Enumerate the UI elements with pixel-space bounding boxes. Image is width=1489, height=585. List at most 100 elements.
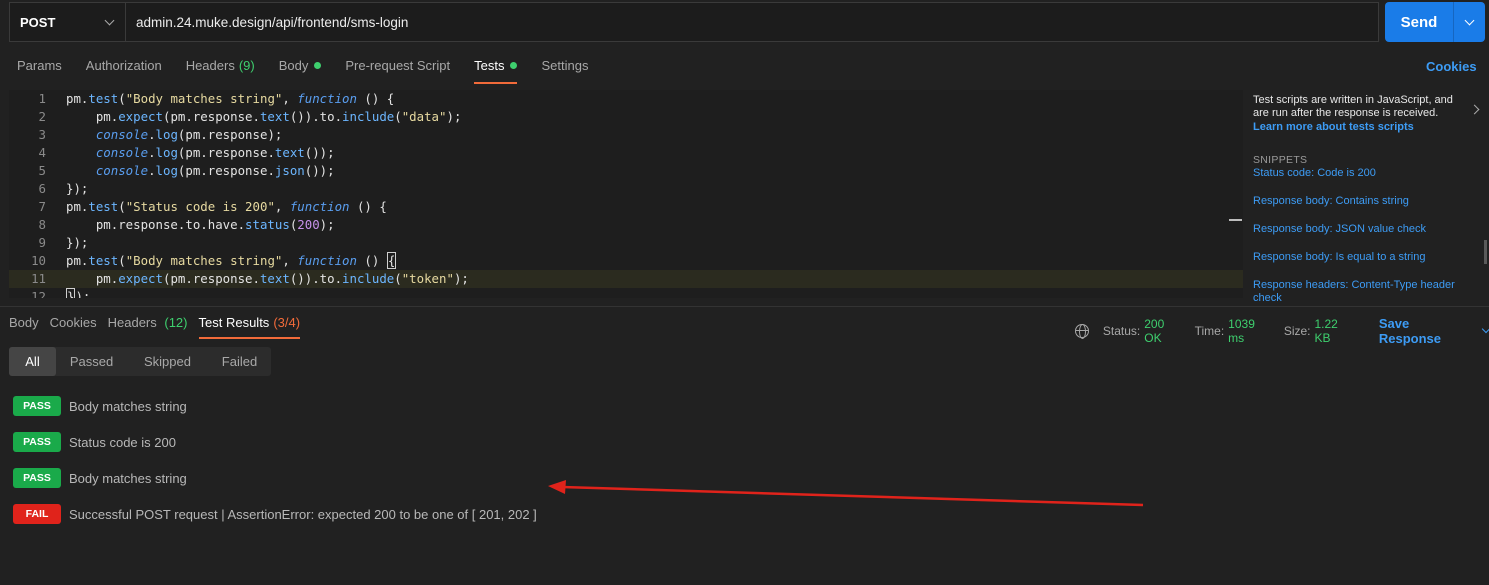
- line-number: 6: [38, 181, 46, 196]
- filter-all[interactable]: All: [9, 347, 56, 376]
- test-result-text: Body matches string: [69, 398, 187, 414]
- chevron-down-icon: [1481, 324, 1489, 334]
- tab-label: Body: [278, 58, 309, 73]
- code-line: 6});: [9, 180, 1243, 198]
- test-results-count: (3/4): [273, 315, 301, 330]
- send-button-group: Send: [1385, 2, 1485, 42]
- tab-label: Headers: [185, 58, 235, 73]
- test-result-row: PASS Body matches string: [13, 396, 187, 416]
- editor-scrollbar[interactable]: [1229, 219, 1242, 221]
- learn-more-link[interactable]: Learn more about tests scripts: [1253, 121, 1485, 134]
- snippets-panel: Test scripts are written in JavaScript, …: [1253, 94, 1485, 305]
- headers-count: (9): [238, 58, 255, 73]
- send-options-button[interactable]: [1453, 2, 1485, 42]
- snippets-heading: SNIPPETS: [1253, 154, 1308, 166]
- code-line: 4 console.log(pm.response.text());: [9, 144, 1243, 162]
- line-number: 5: [38, 163, 46, 178]
- result-filter: All Passed Skipped Failed: [9, 347, 271, 376]
- tab-label: Cookies: [49, 315, 97, 330]
- status-label: Status:: [1102, 324, 1141, 338]
- line-number: 9: [38, 235, 46, 250]
- pass-badge: PASS: [13, 468, 61, 488]
- pane-divider[interactable]: [0, 306, 1489, 307]
- tests-description: Test scripts are written in JavaScript, …: [1253, 94, 1453, 119]
- tab-response-cookies[interactable]: Cookies: [50, 309, 97, 339]
- code-line: 2 pm.expect(pm.response.text()).to.inclu…: [9, 108, 1243, 126]
- tab-pre-request-script[interactable]: Pre-request Script: [345, 52, 450, 84]
- tab-test-results[interactable]: Test Results (3/4): [198, 309, 301, 339]
- code-line: 9});: [9, 234, 1243, 252]
- tab-label: Test Results: [198, 315, 270, 330]
- snippet-status-code[interactable]: Status code: Code is 200: [1253, 167, 1485, 180]
- code-line-highlighted: 11 pm.expect(pm.response.text()).to.incl…: [9, 270, 1243, 288]
- tab-body[interactable]: Body: [279, 52, 322, 84]
- fail-badge: FAIL: [13, 504, 61, 524]
- snippets-scrollbar[interactable]: [1484, 240, 1487, 264]
- tab-response-headers[interactable]: Headers (12): [108, 309, 188, 339]
- annotation-arrow-head: [548, 480, 566, 494]
- url-input[interactable]: admin.24.muke.design/api/frontend/sms-lo…: [126, 15, 408, 30]
- method-select[interactable]: POST: [10, 3, 126, 41]
- snippet-content-type-header[interactable]: Response headers: Content-Type header ch…: [1253, 279, 1485, 305]
- code-line: 12});: [9, 288, 1243, 298]
- tab-response-body[interactable]: Body: [9, 309, 39, 339]
- line-number: 12: [31, 289, 46, 298]
- headers-count: (12): [164, 315, 188, 330]
- filter-skipped[interactable]: Skipped: [127, 347, 208, 376]
- tab-settings[interactable]: Settings: [541, 52, 588, 84]
- request-tabs: Params Authorization Headers (9) Body Pre…: [17, 52, 612, 84]
- line-number: 3: [38, 127, 46, 142]
- cookies-link[interactable]: Cookies: [1426, 59, 1477, 74]
- save-response-label: Save Response: [1378, 316, 1441, 346]
- code-line: 7 pm.test("Status code is 200", function …: [9, 198, 1243, 216]
- code-line: 10 pm.test("Body matches string", functio…: [9, 252, 1243, 270]
- filter-failed[interactable]: Failed: [208, 347, 271, 376]
- status-value[interactable]: 200 OK: [1144, 317, 1184, 345]
- code-line: 5 console.log(pm.response.json());: [9, 162, 1243, 180]
- time-value[interactable]: 1039 ms: [1228, 317, 1274, 345]
- line-number: 4: [38, 145, 46, 160]
- body-indicator-dot: [314, 62, 322, 69]
- test-result-row: PASS Status code is 200: [13, 432, 176, 452]
- request-url-bar: POST admin.24.muke.design/api/frontend/s…: [9, 2, 1379, 42]
- save-response-button[interactable]: Save Response: [1379, 316, 1489, 346]
- line-number: 2: [38, 109, 46, 124]
- chevron-down-icon: [104, 15, 115, 25]
- line-number: 10: [31, 253, 46, 268]
- tab-label: Tests: [474, 58, 505, 73]
- test-result-text: Successful POST request | AssertionError…: [69, 506, 537, 522]
- test-result-text: Body matches string: [69, 470, 187, 486]
- size-value[interactable]: 1.22 KB: [1315, 317, 1357, 345]
- code-line: 3 console.log(pm.response);: [9, 126, 1243, 144]
- tab-label: Params: [17, 58, 62, 73]
- chevron-right-icon[interactable]: [1469, 104, 1480, 115]
- pass-badge: PASS: [13, 432, 61, 452]
- tab-label: Authorization: [85, 58, 162, 73]
- line-number: 11: [31, 271, 46, 286]
- method-label: POST: [20, 14, 56, 30]
- test-script-editor[interactable]: 1 pm.test("Body matches string", function…: [9, 90, 1243, 298]
- test-result-row: PASS Body matches string: [13, 468, 187, 488]
- tab-params[interactable]: Params: [17, 52, 62, 84]
- chevron-down-icon: [1464, 15, 1475, 25]
- tab-authorization[interactable]: Authorization: [86, 52, 162, 84]
- send-button[interactable]: Send: [1385, 2, 1453, 42]
- tests-indicator-dot: [510, 62, 518, 69]
- snippet-equal-string[interactable]: Response body: Is equal to a string: [1253, 251, 1485, 264]
- response-status-bar: Status: 200 OK Time: 1039 ms Size: 1.22 …: [1075, 316, 1489, 346]
- test-result-row: FAIL Successful POST request | Assertion…: [13, 504, 537, 524]
- filter-passed[interactable]: Passed: [56, 347, 127, 376]
- tab-headers[interactable]: Headers (9): [186, 52, 255, 84]
- tab-label: Pre-request Script: [345, 58, 451, 73]
- line-number: 1: [38, 91, 46, 106]
- annotation-arrow-shaft: [561, 485, 1144, 507]
- code-line: 1 pm.test("Body matches string", function…: [9, 90, 1243, 108]
- response-tabs: Body Cookies Headers (12) Test Results (3…: [9, 309, 311, 339]
- tab-tests[interactable]: Tests: [474, 52, 518, 84]
- globe-icon[interactable]: [1075, 324, 1089, 339]
- code-line: 8 pm.response.to.have.status(200);: [9, 216, 1243, 234]
- time-label: Time:: [1194, 324, 1225, 338]
- test-result-text: Status code is 200: [69, 434, 176, 450]
- snippet-json-value-check[interactable]: Response body: JSON value check: [1253, 223, 1485, 236]
- snippet-contains-string[interactable]: Response body: Contains string: [1253, 195, 1485, 208]
